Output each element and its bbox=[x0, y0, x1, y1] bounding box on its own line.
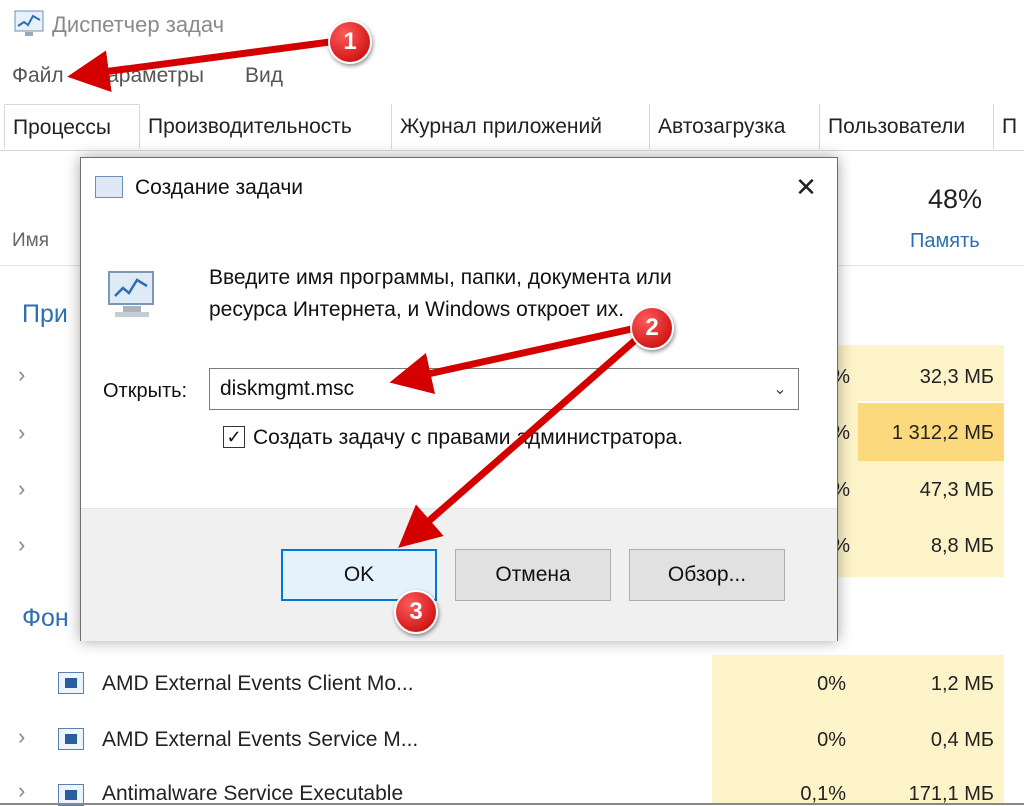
process-icon bbox=[58, 728, 84, 750]
memory-cell: 32,3 МБ bbox=[919, 366, 994, 388]
open-input[interactable] bbox=[210, 369, 770, 409]
tab-details-partial[interactable]: П bbox=[994, 104, 1024, 149]
menu-view[interactable]: Вид bbox=[245, 64, 283, 88]
tab-app-history[interactable]: Журнал приложений bbox=[392, 104, 650, 149]
memory-cell: 0,4 МБ bbox=[930, 729, 994, 751]
process-icon bbox=[58, 672, 84, 694]
memory-cell: 47,3 МБ bbox=[919, 479, 994, 501]
expand-chevron-icon[interactable]: › bbox=[18, 724, 25, 750]
chevron-down-icon[interactable]: ⌄ bbox=[768, 379, 792, 399]
open-combobox[interactable]: ⌄ bbox=[209, 368, 799, 410]
close-icon[interactable]: ✕ bbox=[789, 170, 823, 204]
memory-cell: 8,8 МБ bbox=[930, 535, 994, 557]
tab-processes[interactable]: Процессы bbox=[4, 104, 140, 149]
process-name[interactable]: AMD External Events Service M... bbox=[102, 728, 418, 752]
memory-usage-percent: 48% bbox=[928, 184, 983, 214]
dialog-title: Создание задачи bbox=[135, 176, 303, 199]
step-1-badge: 1 bbox=[328, 20, 372, 64]
cpu-cell: 0% bbox=[817, 729, 846, 751]
create-task-dialog: Создание задачи ✕ Введите имя программы,… bbox=[80, 157, 838, 641]
memory-cell: 1 312,2 МБ bbox=[891, 422, 994, 444]
tab-users[interactable]: Пользователи bbox=[820, 104, 994, 149]
open-label: Открыть: bbox=[103, 380, 188, 402]
memory-cell: 1,2 МБ bbox=[930, 673, 994, 695]
expand-chevron-icon[interactable]: › bbox=[18, 476, 25, 502]
tab-performance[interactable]: Производительность bbox=[140, 104, 392, 149]
menu-file[interactable]: Файл bbox=[12, 64, 64, 88]
expand-chevron-icon[interactable]: › bbox=[18, 362, 25, 388]
step-3-badge: 3 bbox=[394, 590, 438, 634]
column-memory-header[interactable]: Память bbox=[910, 230, 980, 253]
run-program-icon bbox=[108, 271, 154, 317]
dialog-description-line2: ресурса Интернета, и Windows откроет их. bbox=[209, 298, 625, 321]
window-title: Диспетчер задач bbox=[52, 12, 225, 37]
expand-chevron-icon[interactable]: › bbox=[18, 420, 25, 446]
cancel-button[interactable]: Отмена bbox=[455, 549, 611, 601]
expand-chevron-icon[interactable]: › bbox=[18, 778, 25, 804]
column-name-header[interactable]: Имя bbox=[12, 230, 49, 252]
admin-checkbox-label[interactable]: Создать задачу с правами администратора. bbox=[253, 426, 683, 450]
dialog-description-line1: Введите имя программы, папки, документа … bbox=[209, 266, 672, 289]
group-apps: При bbox=[22, 300, 68, 328]
expand-chevron-icon[interactable]: › bbox=[18, 532, 25, 558]
task-manager-app-icon bbox=[14, 10, 44, 36]
cpu-cell: 0% bbox=[817, 673, 846, 695]
dialog-footer: OK Отмена Обзор... bbox=[81, 508, 837, 641]
tab-startup[interactable]: Автозагрузка bbox=[650, 104, 820, 149]
admin-checkbox[interactable]: ✓ bbox=[223, 426, 245, 448]
tab-bar: Процессы Производительность Журнал прило… bbox=[0, 104, 1024, 151]
run-dialog-icon bbox=[95, 176, 123, 198]
browse-button[interactable]: Обзор... bbox=[629, 549, 785, 601]
step-2-badge: 2 bbox=[630, 306, 674, 350]
group-background: Фон bbox=[22, 604, 69, 632]
process-name[interactable]: AMD External Events Client Mo... bbox=[102, 672, 414, 696]
menu-options[interactable]: Параметры bbox=[92, 64, 204, 88]
